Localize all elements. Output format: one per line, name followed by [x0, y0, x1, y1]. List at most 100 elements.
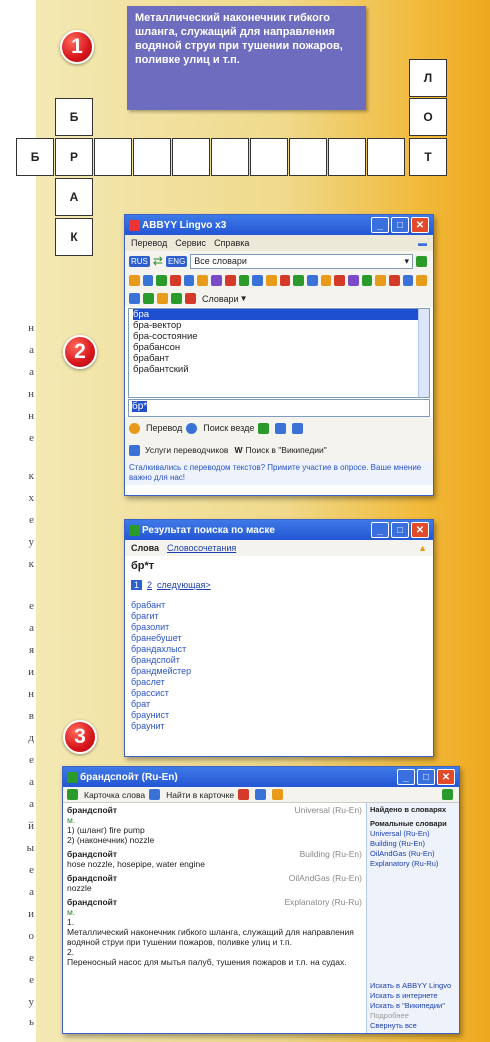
result-link[interactable]: брандмейстер [131, 666, 427, 677]
tool-icon[interactable] [156, 275, 168, 286]
close-icon[interactable]: ✕ [411, 217, 429, 233]
tab-phrases[interactable]: Словосочетания [167, 543, 236, 553]
side-link[interactable]: Подробнее [370, 1011, 456, 1021]
tool-icon[interactable] [238, 789, 250, 800]
maximize-icon[interactable]: □ [391, 217, 409, 233]
tool-icon[interactable] [185, 293, 196, 304]
list-item[interactable]: брабант [133, 353, 429, 364]
side-link[interactable]: Искать в интернете [370, 991, 456, 1001]
maximize-icon[interactable]: □ [391, 522, 409, 538]
swap-lang-icon[interactable]: ⇄ [153, 254, 163, 268]
add-icon[interactable] [442, 789, 453, 800]
side-link[interactable]: Искать в "Википедии" [370, 1001, 456, 1011]
tool-icon[interactable] [265, 275, 277, 286]
tool-icon[interactable] [211, 275, 222, 286]
dictionaries-menu[interactable]: Словари [202, 294, 239, 304]
result-link[interactable]: брат [131, 699, 427, 710]
wikipedia-search-button[interactable]: Поиск в "Википедии" [245, 445, 326, 455]
tool-icon[interactable] [334, 275, 345, 286]
tool-icon[interactable] [402, 275, 414, 286]
dictionary-select[interactable]: Все словари ▾ [190, 253, 413, 269]
result-link[interactable]: брабант [131, 600, 427, 611]
tool-icon[interactable] [275, 422, 287, 434]
result-link[interactable]: браунист [131, 710, 427, 721]
word-card-button[interactable]: Карточка слова [84, 790, 145, 800]
minimize-icon[interactable]: _ [371, 522, 389, 538]
list-item[interactable]: бра [133, 309, 429, 320]
entry-dictionary[interactable]: Building (Ru-En) [300, 849, 362, 859]
find-in-card-button[interactable]: Найти в карточке [166, 790, 234, 800]
tool-icon[interactable] [320, 275, 332, 286]
tool-icon[interactable] [348, 275, 359, 286]
entry-dictionary[interactable]: Explanatory (Ru-Ru) [285, 897, 362, 907]
tool-icon[interactable] [143, 293, 154, 304]
list-item[interactable]: бра-вектор [133, 320, 429, 331]
list-item[interactable]: бра-состояние [133, 331, 429, 342]
side-link[interactable]: Свернуть все [370, 1021, 456, 1031]
maximize-icon[interactable]: □ [417, 769, 435, 785]
tool-icon[interactable] [255, 789, 267, 800]
tab-words[interactable]: Слова [131, 543, 159, 553]
tool-icon[interactable] [224, 275, 236, 286]
menu-help[interactable]: Справка [214, 238, 249, 248]
close-icon[interactable]: ✕ [437, 769, 455, 785]
word-list[interactable]: бра бра-вектор бра-состояние брабансон б… [128, 308, 430, 398]
collapse-icon[interactable]: ▬ [418, 238, 427, 248]
close-icon[interactable]: ✕ [411, 522, 429, 538]
tool-icon[interactable] [142, 275, 154, 286]
search-input[interactable]: бр* [128, 399, 430, 417]
result-link[interactable]: бразолит [131, 622, 427, 633]
card-titlebar[interactable]: брандспойт (Ru-En) _ □ ✕ [63, 767, 459, 787]
pin-icon[interactable]: ▲ [418, 543, 427, 553]
lingvo-titlebar[interactable]: ABBYY Lingvo x3 _ □ ✕ [125, 215, 433, 235]
result-link[interactable]: бранебушет [131, 633, 427, 644]
tool-icon[interactable] [171, 293, 182, 304]
survey-status-bar[interactable]: Сталкивались с переводом текстов? Примит… [125, 461, 433, 485]
menu-service[interactable]: Сервис [175, 238, 206, 248]
entry-dictionary[interactable]: Universal (Ru-En) [294, 805, 362, 815]
tool-icon[interactable] [129, 275, 140, 286]
next-page-link[interactable]: следующая> [157, 580, 211, 590]
tool-icon[interactable] [272, 789, 284, 800]
side-dictionary[interactable]: Building (Ru-En) [370, 839, 456, 849]
menu-translate[interactable]: Перевод [131, 238, 167, 248]
scrollbar[interactable] [418, 309, 429, 397]
list-item[interactable]: брабансон [133, 342, 429, 353]
tool-icon[interactable] [197, 275, 209, 286]
tool-icon[interactable] [183, 275, 195, 286]
tool-icon[interactable] [252, 275, 263, 286]
minimize-icon[interactable]: _ [371, 217, 389, 233]
tool-icon[interactable] [375, 275, 387, 286]
result-link[interactable]: брандахлыст [131, 644, 427, 655]
source-lang-button[interactable]: RUS [129, 255, 150, 267]
tool-icon[interactable] [157, 293, 168, 304]
side-link[interactable]: Искать в ABBYY Lingvo [370, 981, 456, 991]
add-icon[interactable] [416, 255, 427, 267]
page-2-link[interactable]: 2 [147, 580, 152, 590]
tool-icon[interactable] [170, 275, 181, 286]
result-link[interactable]: брассист [131, 688, 427, 699]
minimize-icon[interactable]: _ [397, 769, 415, 785]
tool-icon[interactable] [292, 422, 304, 434]
entry-dictionary[interactable]: OilAndGas (Ru-En) [289, 873, 362, 883]
tool-icon[interactable] [361, 275, 373, 286]
mask-titlebar[interactable]: Результат поиска по маске _ □ ✕ [125, 520, 433, 540]
search-everywhere-button[interactable]: Поиск везде [203, 423, 254, 433]
side-dictionary[interactable]: Explanatory (Ru-Ru) [370, 859, 456, 869]
tool-icon[interactable] [306, 275, 318, 286]
tool-icon[interactable] [258, 422, 270, 434]
side-dictionary[interactable]: OilAndGas (Ru-En) [370, 849, 456, 859]
translator-services-button[interactable]: Услуги переводчиков [145, 445, 228, 455]
tool-icon[interactable] [389, 275, 400, 286]
side-dictionary[interactable]: Universal (Ru-En) [370, 829, 456, 839]
tool-icon[interactable] [129, 293, 140, 304]
result-link[interactable]: брандспойт [131, 655, 427, 666]
list-item[interactable]: брабантский [133, 364, 429, 375]
result-link[interactable]: браслет [131, 677, 427, 688]
result-link[interactable]: брагит [131, 611, 427, 622]
result-link[interactable]: браунит [131, 721, 427, 732]
tool-icon[interactable] [238, 275, 250, 286]
tool-icon[interactable] [279, 275, 291, 286]
target-lang-button[interactable]: ENG [165, 255, 188, 267]
tool-icon[interactable] [416, 275, 428, 286]
